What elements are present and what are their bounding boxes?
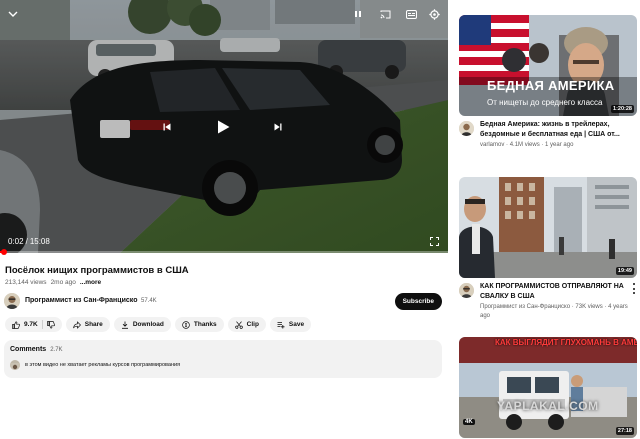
related-2-title[interactable]: КАК ПРОГРАММИСТОВ ОТПРАВЛЯЮТ НА СВАЛКУ В… (480, 282, 635, 301)
related-1-age: 1 year ago (545, 142, 574, 148)
view-count: 213,144 views (5, 279, 47, 286)
watch-page: 0:02 / 15:08 Посёлок нищих программистов… (0, 0, 640, 439)
related-2-meta: Программист из Сан-Франциско · 73K views… (480, 304, 628, 319)
thumbnail-2[interactable]: 19:49 (459, 177, 637, 278)
time-separator: / (25, 237, 28, 246)
play-icon[interactable] (215, 119, 231, 135)
related-1-channel[interactable]: varlamov (480, 142, 504, 148)
download-button[interactable]: Download (113, 317, 171, 332)
collapse-icon[interactable] (6, 7, 20, 21)
next-icon[interactable] (273, 122, 283, 132)
thanks-label: Thanks (193, 321, 217, 328)
comments-panel[interactable]: Comments 2.7K в этом видео не хватает ре… (4, 340, 442, 378)
thumbs-down-icon[interactable] (46, 320, 55, 329)
channel-avatar[interactable] (4, 293, 20, 309)
like-divider (41, 320, 43, 329)
subscriber-count: 57.4K (141, 298, 157, 304)
related-2-channel[interactable]: Программист из Сан-Франциско (480, 304, 570, 310)
duration-badge-2: 19:49 (615, 267, 634, 275)
video-meta: 213,144 views 2mo ago ...more (5, 279, 101, 286)
thumbnail-1-subtitle: От нищеты до среднего класса (487, 98, 603, 107)
save-icon (277, 321, 285, 329)
captions-icon[interactable] (404, 7, 418, 21)
related-video-1[interactable]: БЕДНАЯ АМЕРИКА От нищеты до среднего кла… (459, 15, 640, 155)
thumbnail-3-image (459, 337, 637, 438)
save-label: Save (288, 321, 305, 328)
progress-bar[interactable] (0, 251, 448, 253)
thumbs-up-icon[interactable] (12, 320, 20, 329)
comments-header: Comments 2.7K (10, 346, 63, 353)
thumbnail-1-title: БЕДНАЯ АМЕРИКА (487, 78, 615, 93)
action-bar: 9.7K Share Download Thanks Clip Save (5, 317, 312, 332)
related-2-views: 73K views (575, 304, 603, 310)
duration-badge-1: 1:20:28 (611, 105, 634, 113)
current-time: 0:02 (8, 237, 24, 246)
settings-icon[interactable] (427, 7, 441, 21)
clip-button[interactable]: Clip (227, 317, 266, 332)
channel-name[interactable]: Программист из Сан-Франциско (25, 297, 137, 304)
duration: 15:08 (29, 237, 50, 246)
upload-age: 2mo ago (50, 279, 76, 286)
player-top-bar (0, 0, 448, 28)
related-video-3[interactable]: КАК ВЫГЛЯДИТ ГЛУХОМАНЬ В АМЕРИКЕ YAPLAKA… (459, 337, 640, 438)
download-label: Download (132, 321, 164, 328)
cast-icon[interactable] (378, 7, 392, 21)
thumbnail-3-watermark: YAPLAKAL.COM (497, 399, 599, 413)
related-1-meta: varlamov · 4.1M views · 1 year ago (480, 142, 574, 148)
related-1-title[interactable]: Бедная Америка: жизнь в трейлерах, бездо… (480, 120, 635, 139)
subscribe-button[interactable]: Subscribe (394, 293, 442, 310)
video-player[interactable]: 0:02 / 15:08 (0, 0, 448, 253)
related-video-2[interactable]: 19:49 КАК ПРОГРАММИСТОВ ОТПРАВЛЯЮТ НА СВ… (459, 177, 640, 322)
thumbnail-1[interactable]: БЕДНАЯ АМЕРИКА От нищеты до среднего кла… (459, 15, 637, 116)
pause-icon[interactable] (351, 7, 365, 21)
related-2-channel-avatar[interactable] (459, 283, 474, 298)
download-icon (121, 321, 129, 329)
save-button[interactable]: Save (269, 317, 312, 332)
duration-badge-3: 27:18 (615, 427, 634, 435)
share-icon (72, 320, 81, 329)
comments-label: Comments (10, 346, 47, 353)
scissors-icon (234, 320, 243, 329)
fullscreen-icon[interactable] (430, 237, 439, 246)
related-1-channel-avatar[interactable] (459, 121, 474, 136)
video-title: Посёлок нищих программистов в США (5, 265, 189, 276)
related-2-more-icon[interactable] (633, 283, 636, 294)
share-label: Share (84, 321, 103, 328)
previous-icon[interactable] (162, 122, 172, 132)
more-link[interactable]: ...more (80, 279, 101, 286)
share-button[interactable]: Share (65, 317, 110, 332)
like-count[interactable]: 9.7K (24, 321, 38, 328)
thanks-button[interactable]: Thanks (174, 317, 224, 332)
channel-row: Программист из Сан-Франциско 57.4K Subsc… (4, 292, 444, 312)
thumbnail-3[interactable]: КАК ВЫГЛЯДИТ ГЛУХОМАНЬ В АМЕРИКЕ YAPLAKA… (459, 337, 637, 438)
clip-label: Clip (246, 321, 259, 328)
top-comment-text: в этом видео не хватает рекламы курсов п… (25, 362, 181, 368)
commenter-avatar (10, 360, 20, 370)
thumbnail-2-image (459, 177, 637, 278)
related-1-views: 4.1M views (509, 142, 540, 148)
time-display: 0:02 / 15:08 (8, 237, 50, 246)
comments-count: 2.7K (50, 347, 63, 353)
center-controls (0, 116, 448, 140)
scrubber-handle[interactable] (1, 249, 7, 255)
quality-badge-4k: 4K (463, 419, 475, 425)
thumbnail-3-title: КАК ВЫГЛЯДИТ ГЛУХОМАНЬ В АМЕРИКЕ (495, 338, 637, 347)
like-dislike-pill: 9.7K (5, 317, 62, 332)
thanks-icon (182, 320, 190, 329)
